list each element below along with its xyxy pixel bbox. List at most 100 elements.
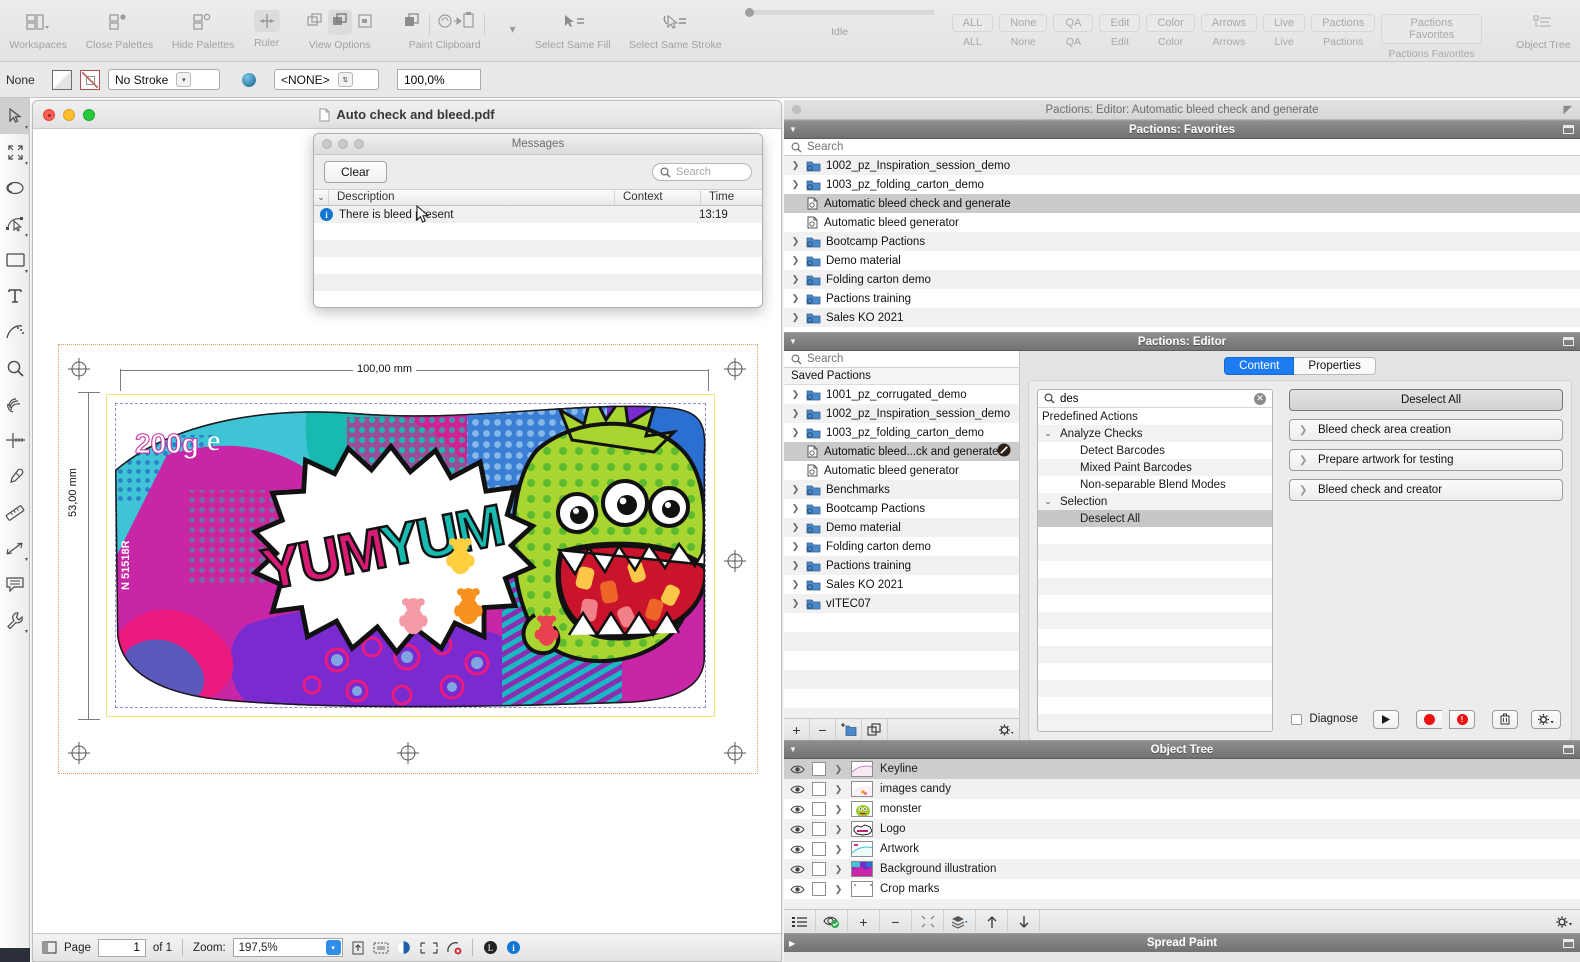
saved-item-1[interactable]: ❯ 1002_pz_Inspiration_session_demo [784,404,1019,423]
sort-chevron-icon[interactable]: ⌄ [314,192,328,203]
chevron-right-icon[interactable]: ❯ [790,503,801,514]
fit-page-icon[interactable] [350,940,366,956]
message-row-0[interactable]: i There is bleed present 13:19 [314,206,762,223]
favorites-item-0[interactable]: ❯ 1002_pz_Inspiration_session_demo [784,156,1580,175]
favorites-search-input[interactable] [807,141,1478,153]
chevron-right-icon[interactable]: ❯ [790,293,801,304]
saved-item-11[interactable]: ❯ vITEC07 [784,594,1019,613]
spread-paint-minimize-icon[interactable] [1563,938,1574,948]
document-titlebar[interactable]: Auto check and bleed.pdf [33,101,781,129]
object-tree-checkbox[interactable] [812,762,826,776]
toggle-qa-button[interactable]: QA [1053,14,1094,32]
dock-titlebar[interactable]: Pactions: Editor: Automatic bleed check … [784,100,1580,120]
action-item-detect-barcodes[interactable]: Detect Barcodes [1038,442,1272,459]
ink-preview-icon[interactable] [242,72,256,87]
action-group-analyze-checks[interactable]: ⌄ Analyze Checks [1038,425,1272,442]
toggle-qa[interactable]: QA QA [1053,14,1094,48]
chevron-right-icon[interactable]: ❯ [1299,485,1307,496]
transform-tool[interactable]: ▾ [0,134,30,170]
layers-button[interactable] [944,909,976,934]
favorites-item-1[interactable]: ❯ 1003_pz_folding_carton_demo [784,175,1580,194]
toolbar-button-view-options[interactable]: View Options [290,0,390,62]
object-tree-row-4[interactable]: ❯ Artwork [784,839,1580,859]
tab-content[interactable]: Content [1224,357,1295,375]
chevron-right-icon[interactable]: ❯ [833,764,844,775]
ink-select[interactable]: <NONE> ⇅ [274,69,379,90]
direct-select-tool[interactable]: ▾ [0,206,30,242]
toggle-arrows[interactable]: Arrows Arrows [1200,14,1257,48]
messages-titlebar[interactable]: Messages [314,134,762,155]
fit-selection-icon[interactable] [373,940,389,956]
toggle-pactions-favorites[interactable]: Pactions Favorites Pactions Favorites [1381,14,1482,60]
dock-resize-handle[interactable]: ◤ [1564,103,1572,116]
stroke-swatch[interactable] [80,69,100,90]
toggle-none[interactable]: None None [999,14,1048,48]
favorites-item-8[interactable]: ❯ Sales KO 2021 [784,308,1580,327]
toggle-pactions[interactable]: Pactions Pactions [1311,14,1376,48]
favorites-list[interactable]: ❯ 1002_pz_Inspiration_session_demo ❯ 100… [784,156,1580,332]
diagnose-checkbox[interactable] [1291,713,1303,725]
chevron-right-icon[interactable]: ❯ [790,522,801,533]
add-button[interactable]: + [848,909,880,934]
toolbar-button-object-tree[interactable]: Object Tree [1507,0,1580,62]
chevron-right-icon[interactable]: ❯ [1299,455,1307,466]
chevron-right-icon[interactable]: ❯ [790,274,801,285]
toolbar-button-hide-palettes[interactable]: Hide Palettes [163,0,244,62]
toggle-pactions-button[interactable]: Pactions [1311,14,1376,32]
toggle-color-button[interactable]: Color [1146,14,1195,32]
tab-properties[interactable]: Properties [1294,357,1376,375]
toolbar-button-paint-clipboard[interactable]: Paint Clipboard [390,0,500,62]
object-tree-row-0[interactable]: ❯ Keyline [784,759,1580,779]
wrench-tool[interactable]: ▾ [0,602,30,638]
saved-item-5[interactable]: ❯ Benchmarks [784,480,1019,499]
favorites-item-4[interactable]: ❯ Bootcamp Pactions [784,232,1580,251]
toolbar-button-select-same-fill[interactable]: Select Same Fill [526,0,620,62]
favorites-search-row[interactable] [784,139,1580,156]
editor-minimize-icon[interactable] [1563,337,1574,346]
lasso-select-tool[interactable] [0,170,30,206]
stroke-select[interactable]: No Stroke ▾ [108,69,220,90]
zoom-tool[interactable] [0,350,30,386]
paint-clipboard-copy-icon[interactable] [402,12,422,33]
visibility-button[interactable] [816,909,848,934]
toolbar-dropdown-more[interactable]: ▾ [500,0,526,62]
paint-tool[interactable] [0,314,30,350]
chevron-right-icon[interactable]: ❯ [1299,425,1307,436]
visibility-eye-icon[interactable] [790,843,805,856]
visibility-eye-icon[interactable] [790,763,805,776]
toggle-live[interactable]: Live Live [1262,14,1306,48]
saved-settings-button[interactable] [993,719,1019,741]
saved-item-7[interactable]: ❯ Demo material [784,518,1019,537]
chevron-right-icon[interactable]: ❯ [790,484,801,495]
clear-search-icon[interactable]: ✕ [1254,392,1266,405]
action-group-selection[interactable]: ⌄ Selection [1038,493,1272,510]
favorites-item-3[interactable]: ❯ Automatic bleed generator [784,213,1580,232]
toggle-edit[interactable]: Edit Edit [1099,14,1141,48]
step-bleed-check-area-creation[interactable]: ❯ Bleed check area creation [1289,419,1563,441]
object-tree-row-2[interactable]: ❯ monster [784,799,1580,819]
artwork-frame[interactable]: YUM YUM 200g e N 51518R [106,394,715,717]
object-tree-list[interactable]: ❯ Keyline ❯ images candy ❯ monster ❯ Log… [784,759,1580,909]
saved-pactions-list[interactable]: ❯ 1001_pz_corrugated_demo ❯ 1002_pz_Inspir… [784,385,1019,718]
step-prepare-artwork-for-testing[interactable]: ❯ Prepare artwork for testing [1289,449,1563,471]
object-tree-checkbox[interactable] [812,782,826,796]
saved-item-9[interactable]: ❯ Pactions training [784,556,1019,575]
eyedropper-tool[interactable] [0,458,30,494]
view-option-3-icon[interactable] [356,12,374,33]
panel-toggle-icon[interactable] [41,940,57,956]
saved-item-0[interactable]: ❯ 1001_pz_corrugated_demo [784,385,1019,404]
editor-panel-header[interactable]: ▼ Pactions: Editor [784,332,1580,351]
trim-box-icon[interactable] [419,940,439,956]
saved-item-2[interactable]: ❯ 1003_pz_folding_carton_demo [784,423,1019,442]
toggle-arrows-button[interactable]: Arrows [1200,14,1257,32]
favorites-item-2[interactable]: ❯ Automatic bleed check and generate [784,194,1580,213]
tint-input[interactable] [397,69,481,90]
saved-item-3[interactable]: ❯ Automatic bleed...ck and generate [784,442,1019,461]
edit-badge-icon[interactable] [997,443,1011,460]
chevron-right-icon[interactable]: ❯ [790,560,801,571]
duplicate-paction-button[interactable] [862,718,888,741]
messages-column-description[interactable]: Description [328,189,614,206]
chevron-right-icon[interactable]: ❯ [790,160,801,171]
zoom-select[interactable]: 197,5% ▾ [232,938,343,957]
chevron-right-icon[interactable]: ❯ [833,824,844,835]
